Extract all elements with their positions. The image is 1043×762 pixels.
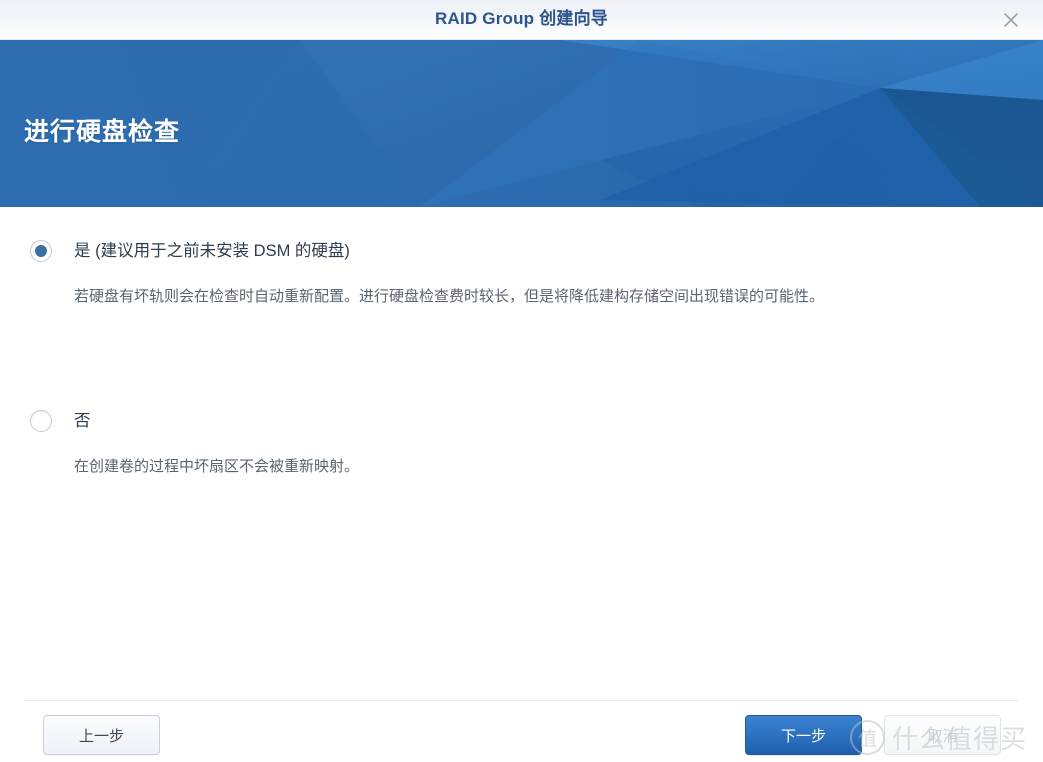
next-button[interactable]: 下一步 [745, 715, 862, 755]
radio-icon-no[interactable] [30, 410, 52, 432]
radio-icon-yes[interactable] [30, 240, 52, 262]
wizard-banner: 进行硬盘检查 [0, 40, 1043, 207]
cancel-button[interactable]: 取消 [884, 715, 1001, 755]
back-button[interactable]: 上一步 [43, 715, 160, 755]
option-yes: 是 (建议用于之前未安装 DSM 的硬盘) 若硬盘有坏轨则会在检查时自动重新配置… [0, 238, 1043, 308]
raid-group-wizard-window: RAID Group 创建向导 进行硬盘检查 是 (建议用于之前未安装 DSM … [0, 0, 1043, 762]
wizard-content: 是 (建议用于之前未安装 DSM 的硬盘) 若硬盘有坏轨则会在检查时自动重新配置… [0, 207, 1043, 700]
window-titlebar: RAID Group 创建向导 [0, 0, 1043, 40]
page-title: 进行硬盘检查 [24, 118, 181, 146]
close-icon[interactable] [997, 6, 1025, 34]
option-no: 否 在创建卷的过程中坏扇区不会被重新映射。 [0, 408, 1043, 478]
window-title: RAID Group 创建向导 [435, 9, 608, 28]
radio-option-yes[interactable]: 是 (建议用于之前未安装 DSM 的硬盘) [30, 238, 1043, 264]
radio-option-no[interactable]: 否 [30, 408, 1043, 434]
disk-check-radio-group: 是 (建议用于之前未安装 DSM 的硬盘) 若硬盘有坏轨则会在检查时自动重新配置… [0, 207, 1043, 478]
radio-label-no: 否 [74, 412, 91, 430]
radio-label-yes: 是 (建议用于之前未安装 DSM 的硬盘) [74, 242, 350, 260]
wizard-footer: 上一步 下一步 取消 [24, 700, 1019, 762]
radio-description-yes: 若硬盘有坏轨则会在检查时自动重新配置。进行硬盘检查费时较长，但是将降低建构存储空… [74, 288, 825, 305]
radio-description-no: 在创建卷的过程中坏扇区不会被重新映射。 [74, 458, 360, 475]
